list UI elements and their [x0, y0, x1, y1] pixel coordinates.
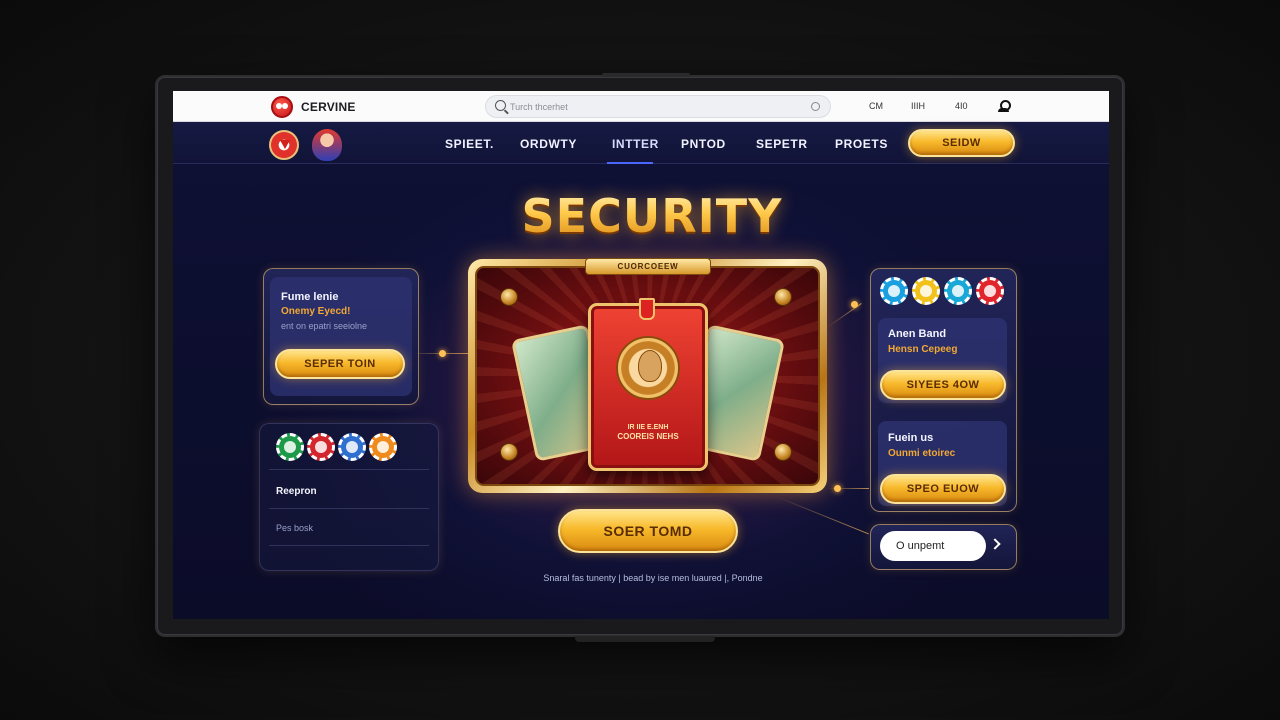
- card-caption: IR IIE E.ENH COOREIS NEHS: [599, 423, 697, 441]
- left-promo-panel: [263, 268, 419, 405]
- poker-chip-icon: [976, 277, 1004, 305]
- monitor-stand: [575, 636, 715, 642]
- rivet-icon: [500, 288, 518, 306]
- search-icon[interactable]: [495, 100, 506, 111]
- right-card-2-button[interactable]: SPEO EUOW: [880, 474, 1006, 504]
- connector-node: [851, 301, 858, 308]
- frame-plaque: CUORCOEEW: [585, 258, 711, 275]
- card-tag-icon: [639, 298, 655, 320]
- card-caption-line-1: IR IIE E.ENH: [627, 424, 669, 431]
- shield-badge-icon[interactable]: [269, 130, 299, 160]
- hero-footnote: Snaral fas tunenty | bead by ise men lua…: [543, 573, 763, 583]
- poker-chip-icon: [912, 277, 940, 305]
- top-bar: CERVINE CM IIIH 4I0: [173, 91, 1109, 122]
- left-panel-button[interactable]: SEPER TOIN: [275, 349, 405, 379]
- left-panel-meta: ent on epatri seeiolne: [281, 321, 368, 331]
- poker-chip-icon: [338, 433, 366, 461]
- right-card-1-button[interactable]: SIYEES 4OW: [880, 370, 1006, 400]
- left-lower-row-1[interactable]: Reepron: [276, 486, 317, 497]
- poker-chip-icon: [369, 433, 397, 461]
- brand-name[interactable]: CERVINE: [301, 100, 356, 114]
- nav-link-intter[interactable]: INTTER: [612, 137, 659, 151]
- right-card-1-subtitle: Hensn Cepeeg: [888, 344, 958, 355]
- connector-node: [834, 485, 841, 492]
- poker-chip-icon: [307, 433, 335, 461]
- card-caption-line-2: COOREIS NEHS: [617, 432, 679, 441]
- top-menu-item[interactable]: 4I0: [955, 101, 968, 111]
- nav-link-pntod[interactable]: PNTOD: [681, 137, 726, 151]
- hero-title: SECURITY: [473, 189, 831, 243]
- left-panel-subtitle: Onemy Eyecd!: [281, 306, 351, 317]
- right-card-1-title: Anen Band: [888, 328, 947, 340]
- face-medallion-icon: [616, 336, 680, 400]
- search-input[interactable]: [510, 99, 800, 115]
- top-menu-item[interactable]: IIIH: [911, 101, 925, 111]
- rivet-icon: [500, 443, 518, 461]
- monitor-camera-notch: [602, 73, 690, 77]
- nav-link-ordwty[interactable]: ORDWTY: [520, 137, 577, 151]
- screen: CERVINE CM IIIH 4I0 SPIEET. ORDWTY INTTE…: [173, 91, 1109, 619]
- subscribe-input[interactable]: [880, 531, 986, 561]
- divider: [269, 469, 429, 470]
- poker-chip-icon: [880, 277, 908, 305]
- rivet-icon: [774, 288, 792, 306]
- poker-chip-icon: [276, 433, 304, 461]
- top-menu-item[interactable]: CM: [869, 101, 883, 111]
- nav-link-spieet[interactable]: SPIEET.: [445, 137, 494, 151]
- user-account-icon[interactable]: [998, 100, 1011, 112]
- poker-chip-icon: [944, 277, 972, 305]
- playing-card-front[interactable]: IR IIE E.ENH COOREIS NEHS: [588, 298, 708, 471]
- nav-cta-button[interactable]: SEIDW: [908, 129, 1015, 157]
- hero-cta-button[interactable]: SOER TOMD: [558, 509, 738, 553]
- rivet-icon: [774, 443, 792, 461]
- right-card-2-subtitle: Ounmi etoirec: [888, 448, 956, 459]
- left-lower-row-2[interactable]: Pes bosk: [276, 523, 313, 533]
- nav-link-sepetr[interactable]: SEPETR: [756, 137, 808, 151]
- divider: [269, 508, 429, 509]
- nav-link-proets[interactable]: PROETS: [835, 137, 888, 151]
- search-bar[interactable]: [485, 95, 831, 118]
- main-navigation: SPIEET. ORDWTY INTTER PNTOD SEPETR PROET…: [173, 122, 1109, 164]
- avatar[interactable]: [312, 129, 342, 161]
- left-panel-title: Fume lenie: [281, 291, 339, 303]
- right-card-2-title: Fuein us: [888, 432, 934, 444]
- connector-node: [439, 350, 446, 357]
- divider: [269, 545, 429, 546]
- clear-search-icon[interactable]: [811, 102, 820, 111]
- brand-logo-icon[interactable]: [271, 96, 293, 118]
